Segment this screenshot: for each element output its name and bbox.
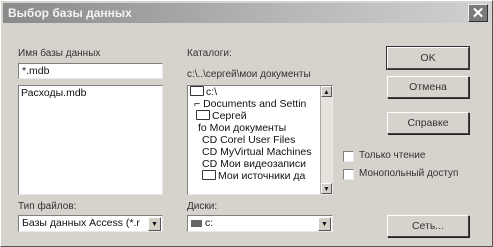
exclusive-checkbox[interactable] bbox=[343, 169, 354, 180]
chevron-down-icon[interactable]: ▼ bbox=[318, 217, 331, 231]
window-title: Выбор базы данных bbox=[8, 6, 132, 20]
scroll-down-icon[interactable]: ▼ bbox=[321, 183, 332, 194]
title-bar[interactable]: Выбор базы данных ✕ bbox=[3, 3, 490, 23]
current-path: c:\..\сергей\мои документы bbox=[187, 69, 311, 80]
file-type-select[interactable]: Базы данных Access (*.r ▼ bbox=[18, 215, 163, 232]
readonly-label: Только чтение bbox=[359, 150, 426, 161]
db-name-input[interactable]: *.mdb bbox=[18, 63, 163, 79]
open-folder-icon bbox=[196, 110, 210, 120]
network-button[interactable]: Сеть... bbox=[387, 215, 469, 237]
drive-select[interactable]: c: ▼ bbox=[187, 215, 333, 232]
tree-item-sergey[interactable]: Сергей bbox=[188, 110, 332, 122]
file-type-label: Тип файлов: bbox=[18, 201, 77, 212]
readonly-checkbox[interactable] bbox=[343, 151, 354, 162]
tree-item-sources[interactable]: Мои источники да bbox=[188, 170, 332, 182]
tree-item-video[interactable]: CD Мои видеозаписи bbox=[188, 158, 332, 170]
close-button[interactable]: ✕ bbox=[468, 4, 488, 22]
tree-item-drive[interactable]: c:\ bbox=[188, 86, 332, 98]
db-name-label: Имя базы данных bbox=[18, 48, 101, 59]
tree-item-corel[interactable]: CD Corel User Files bbox=[188, 134, 332, 146]
tree-item-my-documents[interactable]: fo Мои документы bbox=[188, 122, 332, 134]
folder-icon bbox=[202, 170, 216, 180]
exclusive-label: Монопольный доступ bbox=[359, 168, 459, 179]
chevron-down-icon[interactable]: ▼ bbox=[148, 217, 161, 231]
tree-item-documents-settings[interactable]: ⌐ Documents and Settin bbox=[188, 98, 332, 110]
select-database-dialog: Выбор базы данных ✕ Имя базы данных *.md… bbox=[0, 0, 493, 247]
drives-label: Диски: bbox=[187, 201, 218, 212]
help-button[interactable]: Справке bbox=[387, 112, 469, 134]
cancel-button[interactable]: Отмена bbox=[387, 76, 469, 98]
ok-button[interactable]: OK bbox=[386, 46, 470, 70]
db-file-item[interactable]: Расходы.mdb bbox=[19, 87, 162, 99]
catalogs-label: Каталоги: bbox=[187, 48, 232, 59]
catalog-scrollbar[interactable]: ▲ ▼ bbox=[320, 86, 332, 194]
drive-icon bbox=[191, 220, 202, 227]
tree-item-virtual-machines[interactable]: CD MyVirtual Machines bbox=[188, 146, 332, 158]
scroll-up-icon[interactable]: ▲ bbox=[321, 86, 332, 97]
open-folder-icon: ⌐ bbox=[194, 98, 204, 110]
open-folder-icon bbox=[190, 86, 204, 96]
db-file-list[interactable]: Расходы.mdb bbox=[18, 85, 163, 195]
catalog-tree[interactable]: c:\ ⌐ Documents and Settin Сергей fo Мои… bbox=[187, 85, 333, 195]
